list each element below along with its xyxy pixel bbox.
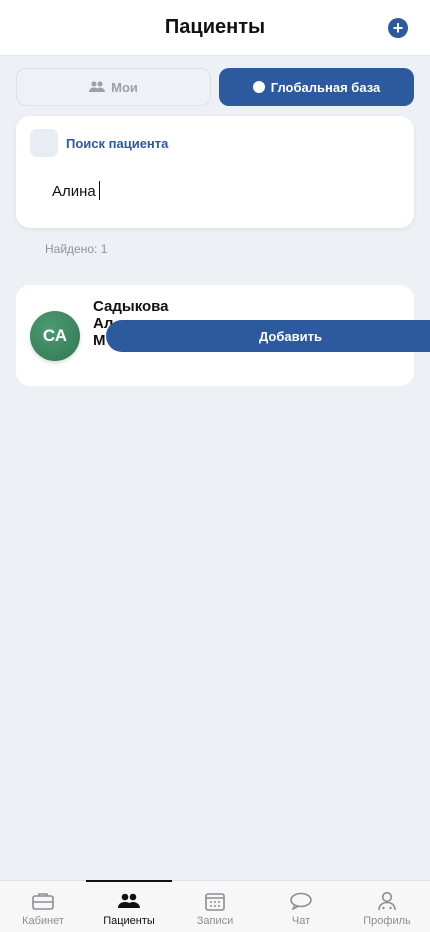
briefcase-icon bbox=[32, 893, 54, 910]
page-title: Пациенты bbox=[164, 16, 266, 38]
tab-chat[interactable]: Чат bbox=[258, 881, 344, 932]
tab-global-base-label: Глобальная база bbox=[270, 79, 381, 95]
search-icon bbox=[30, 129, 58, 157]
tab-patients-label: Пациенты bbox=[103, 915, 155, 927]
tab-records-label: Записи bbox=[196, 915, 234, 927]
avatar: СА bbox=[30, 311, 80, 361]
globe-icon bbox=[252, 81, 265, 93]
text-cursor bbox=[99, 181, 100, 200]
profile-icon bbox=[378, 891, 396, 911]
people-icon bbox=[89, 81, 106, 92]
calendar-icon bbox=[205, 892, 225, 911]
bottom-tab-bar: Кабинет Пациенты Записи Чат Профиль bbox=[0, 880, 430, 932]
search-label: Поиск пациента bbox=[66, 136, 169, 151]
results-count: Найдено: 1 bbox=[45, 242, 108, 256]
search-card: Поиск пациента bbox=[16, 116, 414, 228]
search-input[interactable] bbox=[36, 173, 394, 209]
tab-global-base[interactable]: Глобальная база bbox=[219, 68, 414, 106]
tab-profile[interactable]: Профиль bbox=[344, 881, 430, 932]
add-patient-button[interactable]: Добавить bbox=[106, 320, 430, 352]
chat-icon bbox=[290, 892, 312, 910]
tab-records[interactable]: Записи bbox=[172, 881, 258, 932]
tab-my-patients[interactable]: Мои bbox=[16, 68, 211, 106]
tab-cabinet-label: Кабинет bbox=[22, 915, 64, 927]
tab-profile-label: Профиль bbox=[363, 915, 411, 927]
tab-cabinet[interactable]: Кабинет bbox=[0, 881, 86, 932]
tab-my-patients-label: Мои bbox=[111, 79, 138, 95]
patient-name-line-1: Садыкова bbox=[93, 298, 169, 315]
plus-icon: + bbox=[392, 18, 404, 38]
add-patient-button-label: Добавить bbox=[259, 328, 322, 344]
tab-chat-label: Чат bbox=[291, 915, 311, 927]
people-icon bbox=[118, 893, 140, 908]
tab-patients[interactable]: Пациенты bbox=[86, 880, 172, 932]
add-patient-header-button[interactable]: + bbox=[388, 18, 408, 38]
app-header: Пациенты + bbox=[0, 0, 430, 56]
